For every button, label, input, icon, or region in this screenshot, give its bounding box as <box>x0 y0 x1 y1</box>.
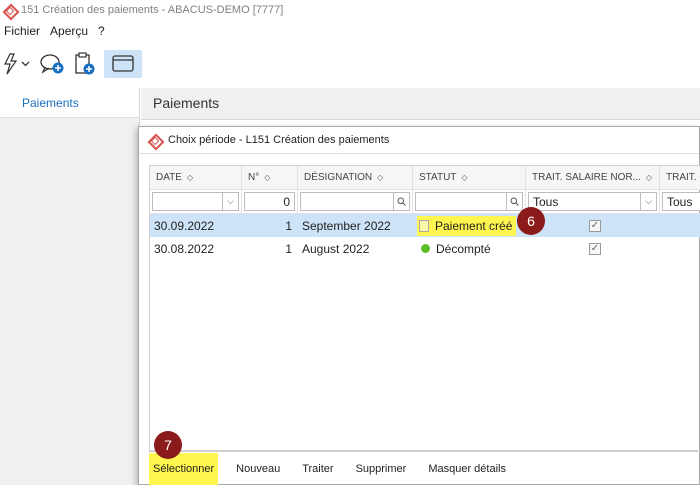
column-label: DATE <box>156 172 182 183</box>
delete-button[interactable]: Supprimer <box>352 463 411 475</box>
sort-icon: ◇ <box>645 172 653 182</box>
designation-filter-input[interactable] <box>300 192 410 211</box>
window-title: 151 Création des paiements - ABACUS-DEMO… <box>21 4 284 16</box>
page-title: Paiements <box>153 95 220 111</box>
status-text: Paiement créé <box>435 218 513 233</box>
column-label: DÉSIGNATION <box>304 172 373 183</box>
hide-details-button[interactable]: Masquer détails <box>424 463 510 475</box>
sort-icon: ◇ <box>264 172 271 182</box>
period-grid: DATE ◇ N° ◇ DÉSIGNATION ◇ STATUT ◇ TRAIT… <box>149 165 700 451</box>
table-row[interactable]: 30.08.2022 1 August 2022 Décompté ✓ <box>150 237 700 260</box>
cell-trait-c <box>660 237 700 260</box>
trait-c-filter-select[interactable]: Tous <box>662 192 700 211</box>
cell-date: 30.09.2022 <box>154 218 215 233</box>
new-button[interactable]: Nouveau <box>232 463 284 475</box>
trait-salaire-filter-select[interactable]: Tous ⌵ <box>528 192 657 211</box>
status-dot-icon <box>421 244 430 253</box>
filter-cell-number: 0 <box>242 190 298 213</box>
status-filter-input[interactable] <box>415 192 523 211</box>
sidebar: Paiements <box>0 88 140 485</box>
cell-designation: September 2022 <box>302 218 391 233</box>
chevron-down-icon[interactable]: ⌵ <box>640 193 656 210</box>
checkbox[interactable]: ✓ <box>589 219 601 232</box>
cell-trait-salaire: ✓ <box>526 237 660 260</box>
select-button[interactable]: Sélectionner <box>149 452 219 485</box>
window-view-button[interactable] <box>104 50 142 78</box>
filter-cell-date: ⌵ <box>150 190 242 213</box>
cell-number: 1 <box>285 218 292 233</box>
chat-add-icon <box>40 54 64 74</box>
abacus-logo-icon <box>149 135 160 146</box>
menu-apercu[interactable]: Aperçu <box>50 24 88 38</box>
column-label: TRAIT. C <box>666 172 700 183</box>
number-filter-input[interactable]: 0 <box>244 192 295 211</box>
filter-row: ⌵ 0 Tous ⌵ Tous <box>150 190 700 214</box>
filter-cell-trait-c: Tous <box>660 190 700 213</box>
sort-icon: ◇ <box>461 172 468 182</box>
column-header-trait-c[interactable]: TRAIT. C <box>660 166 700 189</box>
toolbar <box>0 48 700 80</box>
add-document-button[interactable] <box>72 50 98 78</box>
filter-cell-status <box>413 190 526 213</box>
search-icon[interactable] <box>393 193 409 210</box>
filter-value: Tous <box>533 194 559 209</box>
cell-trait-c <box>660 214 700 237</box>
cell-date: 30.08.2022 <box>154 241 215 256</box>
grid-header: DATE ◇ N° ◇ DÉSIGNATION ◇ STATUT ◇ TRAIT… <box>150 166 700 190</box>
sort-icon: ◇ <box>377 172 384 182</box>
window-titlebar: 151 Création des paiements - ABACUS-DEMO… <box>0 0 700 20</box>
clipboard-add-icon <box>75 52 95 75</box>
add-comment-button[interactable] <box>38 50 66 78</box>
filter-cell-trait-salaire: Tous ⌵ <box>526 190 660 213</box>
column-header-number[interactable]: N° ◇ <box>242 166 298 189</box>
dialog-titlebar: Choix période - L151 Création des paieme… <box>139 127 699 154</box>
cell-number: 1 <box>285 241 292 256</box>
sort-icon: ◇ <box>186 172 194 182</box>
content-header: Paiements <box>141 88 700 120</box>
status-highlight: Paiement créé <box>417 215 517 236</box>
column-label: TRAIT. SALAIRE NOR... <box>532 172 641 183</box>
step-7-badge: 7 <box>154 431 182 459</box>
column-header-trait-salaire[interactable]: TRAIT. SALAIRE NOR... ◇ <box>526 166 660 189</box>
filter-value: 0 <box>283 194 290 209</box>
cell-designation: August 2022 <box>302 241 370 256</box>
column-header-designation[interactable]: DÉSIGNATION ◇ <box>298 166 413 189</box>
step-6-badge: 6 <box>517 207 545 235</box>
table-row[interactable]: 30.09.2022 1 September 2022 Paiement cré… <box>150 214 700 237</box>
search-icon[interactable] <box>506 193 522 210</box>
process-button[interactable]: Traiter <box>298 463 337 475</box>
lightning-action-button[interactable] <box>2 50 32 78</box>
sidebar-item-paiements[interactable]: Paiements <box>0 88 139 118</box>
column-header-date[interactable]: DATE ◇ <box>150 166 242 189</box>
cell-status: Paiement créé <box>413 214 526 237</box>
filter-cell-designation <box>298 190 413 213</box>
dialog-footer: Sélectionner Nouveau Traiter Supprimer M… <box>149 451 700 485</box>
column-label: STATUT <box>419 172 457 183</box>
status-text: Décompté <box>436 241 491 256</box>
abacus-logo-icon <box>4 5 15 16</box>
cell-status: Décompté <box>413 237 526 260</box>
date-filter-input[interactable]: ⌵ <box>152 192 239 211</box>
checkbox[interactable]: ✓ <box>589 242 601 255</box>
column-label: N° <box>248 172 260 183</box>
menu-help[interactable]: ? <box>98 24 105 38</box>
window-icon <box>112 55 134 72</box>
lightning-icon <box>4 53 30 75</box>
filter-value: Tous <box>667 194 693 209</box>
menu-bar: Fichier Aperçu ? <box>0 22 115 40</box>
cell-trait-salaire: ✓ <box>526 214 660 237</box>
chevron-down-icon[interactable]: ⌵ <box>222 193 238 210</box>
period-choice-dialog: Choix période - L151 Création des paieme… <box>138 126 700 485</box>
column-header-status[interactable]: STATUT ◇ <box>413 166 526 189</box>
document-status-icon <box>419 219 429 232</box>
menu-fichier[interactable]: Fichier <box>4 24 40 38</box>
dialog-title: Choix période - L151 Création des paieme… <box>168 134 390 146</box>
